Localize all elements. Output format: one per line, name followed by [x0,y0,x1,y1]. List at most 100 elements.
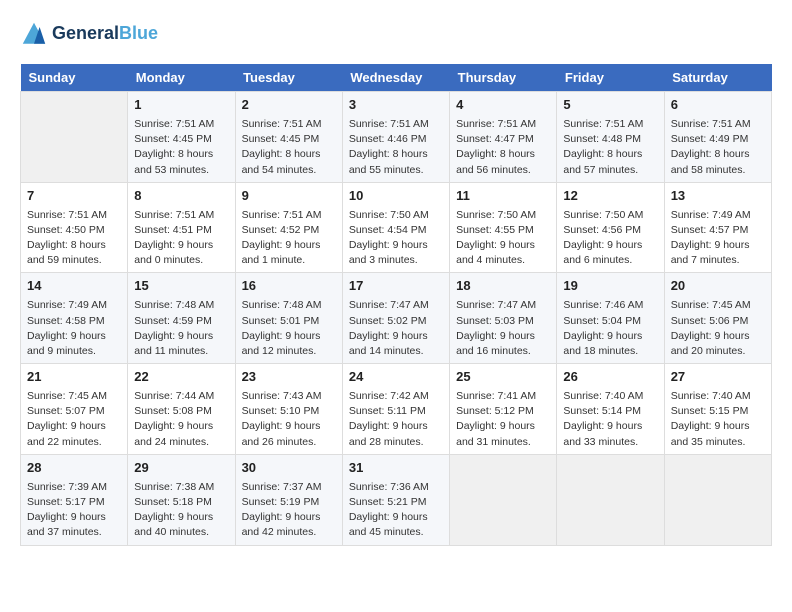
calendar-cell: 5 Sunrise: 7:51 AM Sunset: 4:48 PM Daylig… [557,92,664,183]
day-info: Sunrise: 7:51 AM Sunset: 4:47 PM Dayligh… [456,117,550,178]
day-number: 27 [671,368,765,387]
day-info: Sunrise: 7:51 AM Sunset: 4:48 PM Dayligh… [563,117,657,178]
day-number: 31 [349,459,443,478]
calendar-cell: 14Sunrise: 7:49 AM Sunset: 4:58 PM Dayli… [21,273,128,364]
day-info: Sunrise: 7:46 AM Sunset: 5:04 PM Dayligh… [563,298,657,359]
calendar-cell: 21 Sunrise: 7:45 AM Sunset: 5:07 PM Dayli… [21,364,128,455]
calendar-cell: 12 Sunrise: 7:50 AM Sunset: 4:56 PM Dayli… [557,182,664,273]
day-info: Sunrise: 7:42 AM Sunset: 5:11 PM Dayligh… [349,389,443,450]
day-info: Sunrise: 7:43 AM Sunset: 5:10 PM Dayligh… [242,389,336,450]
header-day-sunday: Sunday [21,64,128,92]
logo-icon [20,20,48,48]
logo-text: GeneralBlue [52,24,158,44]
day-number: 1 [134,96,228,115]
day-number: 7 [27,187,121,206]
calendar-cell: 24 Sunrise: 7:42 AM Sunset: 5:11 PM Dayli… [342,364,449,455]
day-number: 6 [671,96,765,115]
calendar-cell: 30 Sunrise: 7:37 AM Sunset: 5:19 PM Dayli… [235,454,342,545]
calendar-cell: 15 Sunrise: 7:48 AM Sunset: 4:59 PM Dayli… [128,273,235,364]
day-number: 20 [671,277,765,296]
page-header: GeneralBlue [20,20,772,48]
day-number: 9 [242,187,336,206]
week-row-2: 7 Sunrise: 7:51 AM Sunset: 4:50 PM Daylig… [21,182,772,273]
day-number: 5 [563,96,657,115]
day-info: Sunrise: 7:49 AM Sunset: 4:57 PM Dayligh… [671,208,765,269]
day-number: 13 [671,187,765,206]
calendar-cell: 18Sunrise: 7:47 AM Sunset: 5:03 PM Dayli… [450,273,557,364]
calendar-cell: 11 Sunrise: 7:50 AM Sunset: 4:55 PM Dayli… [450,182,557,273]
day-info: Sunrise: 7:45 AM Sunset: 5:07 PM Dayligh… [27,389,121,450]
calendar-body: 1Sunrise: 7:51 AM Sunset: 4:45 PM Daylig… [21,92,772,546]
week-row-4: 21 Sunrise: 7:45 AM Sunset: 5:07 PM Dayli… [21,364,772,455]
calendar-cell: 17Sunrise: 7:47 AM Sunset: 5:02 PM Dayli… [342,273,449,364]
day-number: 12 [563,187,657,206]
header-row: SundayMondayTuesdayWednesdayThursdayFrid… [21,64,772,92]
day-number: 3 [349,96,443,115]
logo: GeneralBlue [20,20,158,48]
week-row-1: 1Sunrise: 7:51 AM Sunset: 4:45 PM Daylig… [21,92,772,183]
day-number: 14 [27,277,121,296]
day-number: 8 [134,187,228,206]
calendar-cell: 25 Sunrise: 7:41 AM Sunset: 5:12 PM Dayli… [450,364,557,455]
calendar-table: SundayMondayTuesdayWednesdayThursdayFrid… [20,64,772,546]
day-info: Sunrise: 7:38 AM Sunset: 5:18 PM Dayligh… [134,480,228,541]
day-info: Sunrise: 7:37 AM Sunset: 5:19 PM Dayligh… [242,480,336,541]
day-info: Sunrise: 7:48 AM Sunset: 4:59 PM Dayligh… [134,298,228,359]
day-info: Sunrise: 7:47 AM Sunset: 5:03 PM Dayligh… [456,298,550,359]
day-info: Sunrise: 7:44 AM Sunset: 5:08 PM Dayligh… [134,389,228,450]
header-day-monday: Monday [128,64,235,92]
header-day-tuesday: Tuesday [235,64,342,92]
calendar-cell: 28 Sunrise: 7:39 AM Sunset: 5:17 PM Dayli… [21,454,128,545]
day-number: 16 [242,277,336,296]
day-number: 30 [242,459,336,478]
day-info: Sunrise: 7:50 AM Sunset: 4:56 PM Dayligh… [563,208,657,269]
day-number: 22 [134,368,228,387]
day-info: Sunrise: 7:50 AM Sunset: 4:55 PM Dayligh… [456,208,550,269]
day-info: Sunrise: 7:47 AM Sunset: 5:02 PM Dayligh… [349,298,443,359]
header-day-thursday: Thursday [450,64,557,92]
day-number: 19 [563,277,657,296]
calendar-cell [21,92,128,183]
day-info: Sunrise: 7:51 AM Sunset: 4:50 PM Dayligh… [27,208,121,269]
day-number: 23 [242,368,336,387]
day-number: 24 [349,368,443,387]
calendar-cell: 10Sunrise: 7:50 AM Sunset: 4:54 PM Dayli… [342,182,449,273]
day-number: 25 [456,368,550,387]
calendar-cell: 16 Sunrise: 7:48 AM Sunset: 5:01 PM Dayli… [235,273,342,364]
day-number: 15 [134,277,228,296]
calendar-cell: 6Sunrise: 7:51 AM Sunset: 4:49 PM Daylig… [664,92,771,183]
day-info: Sunrise: 7:51 AM Sunset: 4:51 PM Dayligh… [134,208,228,269]
calendar-cell: 27 Sunrise: 7:40 AM Sunset: 5:15 PM Dayli… [664,364,771,455]
day-number: 2 [242,96,336,115]
calendar-cell [450,454,557,545]
day-number: 10 [349,187,443,206]
calendar-cell: 29Sunrise: 7:38 AM Sunset: 5:18 PM Dayli… [128,454,235,545]
day-info: Sunrise: 7:40 AM Sunset: 5:14 PM Dayligh… [563,389,657,450]
day-number: 4 [456,96,550,115]
week-row-5: 28 Sunrise: 7:39 AM Sunset: 5:17 PM Dayli… [21,454,772,545]
calendar-cell: 2Sunrise: 7:51 AM Sunset: 4:45 PM Daylig… [235,92,342,183]
day-info: Sunrise: 7:41 AM Sunset: 5:12 PM Dayligh… [456,389,550,450]
header-day-friday: Friday [557,64,664,92]
calendar-header: SundayMondayTuesdayWednesdayThursdayFrid… [21,64,772,92]
day-number: 11 [456,187,550,206]
calendar-cell [664,454,771,545]
header-day-wednesday: Wednesday [342,64,449,92]
day-info: Sunrise: 7:51 AM Sunset: 4:52 PM Dayligh… [242,208,336,269]
calendar-cell: 13 Sunrise: 7:49 AM Sunset: 4:57 PM Dayli… [664,182,771,273]
calendar-cell: 31Sunrise: 7:36 AM Sunset: 5:21 PM Dayli… [342,454,449,545]
calendar-cell: 19 Sunrise: 7:46 AM Sunset: 5:04 PM Dayli… [557,273,664,364]
week-row-3: 14Sunrise: 7:49 AM Sunset: 4:58 PM Dayli… [21,273,772,364]
calendar-cell: 4 Sunrise: 7:51 AM Sunset: 4:47 PM Daylig… [450,92,557,183]
day-info: Sunrise: 7:39 AM Sunset: 5:17 PM Dayligh… [27,480,121,541]
calendar-cell: 20Sunrise: 7:45 AM Sunset: 5:06 PM Dayli… [664,273,771,364]
day-info: Sunrise: 7:48 AM Sunset: 5:01 PM Dayligh… [242,298,336,359]
header-day-saturday: Saturday [664,64,771,92]
calendar-cell: 23 Sunrise: 7:43 AM Sunset: 5:10 PM Dayli… [235,364,342,455]
day-number: 28 [27,459,121,478]
day-info: Sunrise: 7:51 AM Sunset: 4:46 PM Dayligh… [349,117,443,178]
day-info: Sunrise: 7:40 AM Sunset: 5:15 PM Dayligh… [671,389,765,450]
calendar-cell [557,454,664,545]
calendar-cell: 26Sunrise: 7:40 AM Sunset: 5:14 PM Dayli… [557,364,664,455]
day-number: 21 [27,368,121,387]
